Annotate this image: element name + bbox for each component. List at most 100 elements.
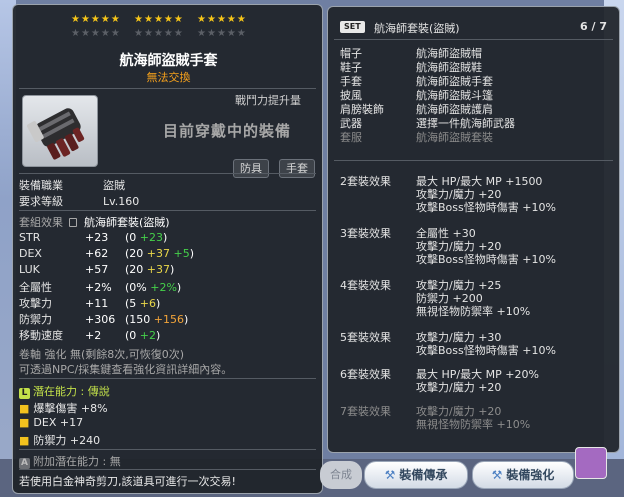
- stat-row: LUK +57 (20 +37): [19, 263, 174, 276]
- stat-close: ): [189, 247, 195, 260]
- potential-line: ■ DEX +17: [19, 416, 83, 429]
- bullet-icon: ■: [19, 416, 30, 429]
- stat-row: STR +23 (0 +23): [19, 231, 167, 244]
- stat-row: DEX +62 (20 +37 +5): [19, 247, 194, 260]
- divider: [19, 449, 316, 450]
- stat-close: ): [176, 281, 182, 294]
- stat-label: STR: [19, 231, 41, 244]
- additional-potential: A 附加潛在能力 : 無: [19, 453, 121, 469]
- stat-close: ): [184, 313, 189, 326]
- job-value: 盜賊: [103, 179, 125, 192]
- stat-row: 全屬性 +2% (0% +2%): [19, 279, 181, 295]
- stat-base: (150: [125, 313, 151, 326]
- set-effect-tier: 7套裝效果: [340, 405, 391, 418]
- trade-restriction: 無法交換: [146, 71, 191, 84]
- stat-close: ): [156, 297, 161, 310]
- hammer-icon: ⚒: [491, 468, 503, 482]
- set-effect-tier: 2套裝效果: [340, 175, 391, 188]
- divider: [334, 39, 613, 40]
- legendary-badge-icon: L: [19, 388, 30, 399]
- set-effect-line: 無視怪物防禦率 +10%: [416, 418, 531, 431]
- star-group-empty: ★★★★★: [134, 28, 184, 39]
- stat-bonus: +37: [146, 263, 171, 276]
- stat-label: 全屬性: [19, 281, 52, 294]
- potential-title: 潛在能力 : 傳說: [33, 385, 110, 398]
- set-badge: SET: [340, 21, 365, 33]
- stat-total: +2: [85, 329, 102, 342]
- stat-total: +11: [85, 297, 109, 310]
- star-group: ★★★★★: [197, 14, 247, 25]
- synthesis-button[interactable]: 合成: [320, 461, 362, 489]
- equipment-enhance-button[interactable]: ⚒ 裝備強化: [472, 461, 574, 489]
- potential-line-text: 防禦力 +240: [33, 434, 101, 447]
- set-piece-row: 套服 航海師盜賊套裝: [340, 129, 493, 145]
- level-row: 要求等級 Lv.160: [19, 193, 139, 209]
- hammer-icon: ⚒: [384, 468, 396, 482]
- set-effect-tier: 5套裝效果: [340, 331, 391, 344]
- star-group: ★★★★★: [71, 14, 121, 25]
- set-piece-slot: 套服: [340, 131, 362, 144]
- stat-row: 攻擊力 +11 (5 +6): [19, 295, 160, 311]
- footer-note: 若使用白金神奇剪刀,該道具可進行一次交易!: [19, 475, 236, 488]
- stat-bonus: +37: [146, 247, 171, 260]
- bullet-icon: ■: [19, 402, 30, 415]
- stat-base: (20: [125, 263, 144, 276]
- equipped-status: 目前穿戴中的裝備: [163, 122, 292, 140]
- item-icon-frame: [22, 95, 98, 167]
- level-label: 要求等級: [19, 195, 63, 208]
- glove-icon: [27, 108, 85, 160]
- stat-bonus: +2%: [150, 281, 177, 294]
- star-group: ★★★★★: [134, 14, 184, 25]
- additional-badge-icon: A: [19, 458, 30, 469]
- set-title: 航海師套裝(盜賊): [374, 22, 460, 35]
- potential-line-text: DEX +17: [33, 416, 84, 429]
- set-piece-count: 6 / 7: [580, 20, 607, 33]
- set-piece-name: 航海師盜賊套裝: [416, 131, 493, 144]
- item-name: 航海師盜賊手套: [119, 53, 218, 69]
- divider: [19, 378, 316, 379]
- stat-label: 攻擊力: [19, 297, 52, 310]
- potential-line-text: 爆擊傷害 +8%: [33, 402, 108, 415]
- job-label: 裝備職業: [19, 179, 63, 192]
- set-effect-line: 攻擊Boss怪物時傷害 +10%: [416, 344, 556, 357]
- level-value: Lv.160: [103, 195, 140, 208]
- combat-power-label: 戰鬥力提升量: [235, 94, 301, 107]
- lock-icon: [68, 218, 77, 227]
- category-tag: 手套: [279, 159, 315, 178]
- item-thumbnail-icon[interactable]: [575, 447, 607, 479]
- potential-line: ■ 防禦力 +240: [19, 432, 100, 448]
- set-effect-row: 套組效果 航海師套裝(盜賊): [19, 214, 170, 230]
- set-effect-label: 套組效果: [19, 216, 63, 229]
- stat-total: +2%: [85, 281, 112, 294]
- stat-close: ): [163, 231, 168, 244]
- stat-base: (20: [125, 247, 144, 260]
- set-effect-tier: 4套裝效果: [340, 279, 391, 292]
- star-group-empty: ★★★★★: [197, 28, 247, 39]
- stat-total: +23: [85, 231, 109, 244]
- set-effect-line: 攻擊Boss怪物時傷害 +10%: [416, 253, 556, 266]
- stat-base: (0: [125, 231, 137, 244]
- stat-label: 移動速度: [19, 329, 63, 342]
- set-effect-value: 航海師套裝(盜賊): [84, 216, 170, 229]
- stat-label: LUK: [19, 263, 40, 276]
- stat-close: ): [156, 329, 161, 342]
- stat-bonus: +2: [139, 329, 157, 342]
- enhance-hint: 可透過NPC/採集鍵查看強化資訊詳細內容。: [19, 363, 233, 376]
- equipment-inherit-button[interactable]: ⚒ 裝備傳承: [364, 461, 468, 489]
- stat-total: +306: [85, 313, 116, 326]
- divider: [334, 160, 613, 161]
- item-tooltip: ★★★★★ ★★★★★ ★★★★★ ★★★★★ ★★★★★ ★★★★★ 航海師盜…: [12, 4, 323, 494]
- stat-total: +62: [85, 247, 109, 260]
- scroll-info: 卷軸 強化 無(剩餘8次,可恢復0次): [19, 348, 185, 361]
- set-effect-line: 攻擊Boss怪物時傷害 +10%: [416, 201, 556, 214]
- stat-row: 移動速度 +2 (0 +2): [19, 327, 160, 343]
- stat-label: 防禦力: [19, 313, 52, 326]
- potential-line: ■ 爆擊傷害 +8%: [19, 400, 108, 416]
- stat-bonus: +6: [139, 297, 157, 310]
- stat-total: +57: [85, 263, 109, 276]
- star-group-empty: ★★★★★: [71, 28, 121, 39]
- set-effect-tier: 3套裝效果: [340, 227, 391, 240]
- stat-bonus: +156: [153, 313, 185, 326]
- additional-potential-text: 附加潛在能力 : 無: [33, 455, 121, 468]
- job-row: 裝備職業 盜賊: [19, 177, 125, 193]
